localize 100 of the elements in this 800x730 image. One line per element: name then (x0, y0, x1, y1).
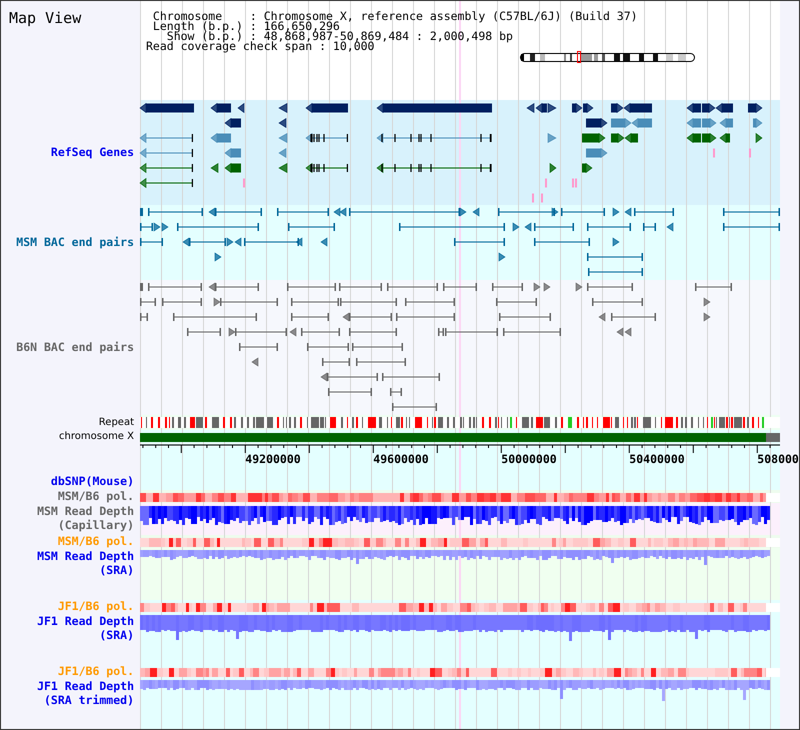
track-label: MSM Read Depth (Capillary) (37, 505, 134, 532)
track-label: MSM/B6 pol. (58, 490, 134, 504)
gene-feature (306, 132, 348, 144)
bac-end-pair (290, 313, 330, 321)
bac-end-pair (586, 283, 634, 291)
gene-feature (224, 118, 241, 128)
bac-end-pair (348, 328, 398, 336)
track-label: JF1/B6 pol. (58, 665, 134, 678)
bac-end-marker (228, 327, 236, 337)
bac-end-marker (460, 207, 467, 217)
bac-end-pair (238, 343, 278, 351)
gene-feature (278, 118, 286, 128)
bac-end-pair (454, 238, 506, 246)
gene-feature (210, 132, 231, 144)
gene-feature (632, 118, 652, 128)
bac-end-pair (148, 283, 202, 291)
axis-tick-label: 50000000 (501, 452, 557, 466)
track-label: RefSeq Genes (50, 146, 134, 160)
bac-end-marker (624, 207, 632, 217)
bac-end-marker (612, 207, 620, 217)
bac-end-pair (306, 343, 350, 351)
gene-feature (140, 102, 194, 114)
gene-feature (224, 148, 241, 158)
bac-end-pair (140, 208, 144, 216)
bac-end-pair (722, 208, 780, 216)
gene-feature (702, 102, 716, 114)
gene-feature (278, 132, 288, 144)
bac-end-pair (140, 223, 154, 231)
bac-end-pair (492, 283, 524, 291)
bac-end-pair (502, 328, 562, 336)
bac-end-pair (534, 238, 590, 246)
bac-end-marker (612, 237, 620, 247)
gene-feature (550, 162, 556, 174)
bac-end-marker (208, 207, 216, 217)
bac-end-marker (320, 237, 328, 247)
bac-end-pair (390, 388, 402, 396)
gene-feature (716, 102, 733, 114)
gene-feature (748, 102, 762, 114)
bac-end-pair (348, 313, 392, 321)
bac-end-pair (496, 298, 538, 306)
bac-end-pair (386, 283, 438, 291)
gene-feature (583, 102, 594, 114)
bac-end-pair (148, 208, 204, 216)
bac-end-marker (704, 312, 711, 322)
gene-feature (572, 102, 582, 114)
track-label: MSM BAC end pairs (16, 236, 134, 250)
bac-end-pair (214, 208, 262, 216)
bac-end-pair (214, 283, 260, 291)
bac-end-pair (288, 223, 336, 231)
gene-feature (611, 132, 624, 144)
bac-end-pair (140, 283, 144, 291)
gene-feature (686, 102, 701, 114)
bac-end-marker (289, 327, 296, 337)
region-marker (577, 51, 581, 63)
gene-feature (306, 102, 348, 114)
bac-end-pair (322, 358, 350, 366)
bac-end-pair (300, 328, 340, 336)
bac-end-marker (320, 372, 328, 382)
bac-end-pair (382, 373, 440, 381)
bac-end-pair (276, 208, 330, 216)
bac-end-pair (328, 388, 372, 396)
bac-end-marker (295, 237, 302, 247)
bac-end-pair (586, 223, 632, 231)
axis-tick-label: 50400000 (629, 452, 685, 466)
bac-end-marker (182, 237, 190, 247)
gene-feature (548, 132, 557, 144)
bac-end-marker (666, 222, 674, 232)
bac-end-pair (588, 268, 644, 276)
bac-end-pair (244, 238, 300, 246)
bac-end-marker (342, 312, 350, 322)
bac-end-pair (140, 313, 148, 321)
gene-feature (210, 102, 231, 114)
track-label: MSM Read Depth (SRA) (37, 550, 134, 577)
bac-end-pair (186, 328, 222, 336)
bac-end-marker (472, 207, 480, 217)
gene-feature (278, 162, 288, 174)
gene-feature (753, 118, 762, 128)
gene-feature (278, 148, 286, 158)
panel-title: Map View (9, 10, 82, 26)
track-label: dbSNP(Mouse) (50, 474, 134, 488)
gene-feature (224, 162, 241, 174)
bac-end-pair (188, 238, 226, 246)
bac-end-marker (524, 222, 532, 232)
bac-end-pair (404, 298, 456, 306)
gene-marker (749, 148, 751, 158)
gene-marker (532, 194, 534, 202)
gene-marker (545, 178, 547, 188)
bac-end-pair (642, 223, 656, 231)
bac-end-pair (140, 238, 164, 246)
track-label: Repeat (98, 416, 134, 428)
gene-feature (306, 162, 348, 174)
bac-end-pair (586, 253, 644, 261)
bac-end-marker (251, 357, 258, 367)
gene-feature (582, 132, 606, 144)
bac-end-marker (534, 282, 541, 292)
gene-feature (140, 148, 194, 158)
track-label: MSM/B6 pol. (58, 535, 134, 548)
bac-end-pair (442, 283, 478, 291)
gene-feature (720, 118, 733, 128)
bac-end-pair (694, 283, 732, 291)
